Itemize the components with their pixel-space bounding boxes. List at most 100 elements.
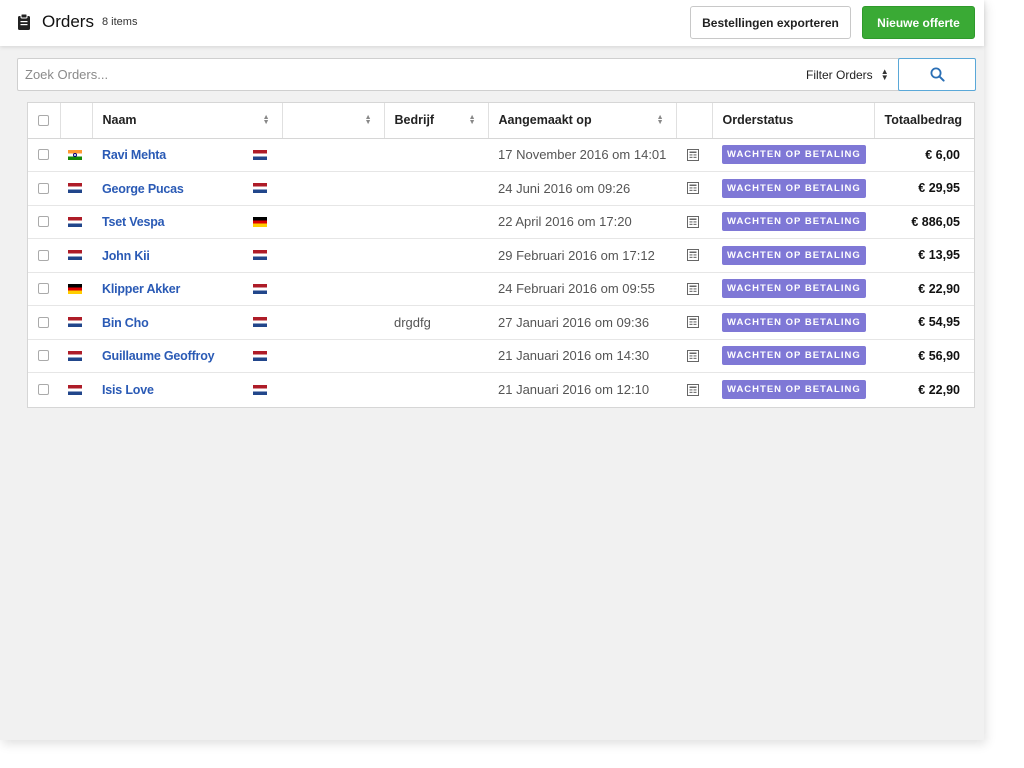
invoice-icon[interactable] [687, 316, 699, 329]
country-flag-cell [60, 373, 92, 407]
export-orders-button[interactable]: Bestellingen exporteren [690, 6, 851, 39]
created-date: 24 Juni 2016 om 09:26 [498, 180, 631, 196]
company-text [384, 382, 394, 397]
country-flag-icon [68, 216, 82, 227]
table-row[interactable]: Isis Love 21 Januari 2016 om 12:10 WACHT… [28, 373, 974, 407]
page-title: Orders [42, 12, 94, 31]
table-row[interactable]: John Kii 29 Februari 2016 om 17:12 WACHT… [28, 238, 974, 273]
status-badge: WACHTEN OP BETALING [722, 312, 866, 332]
status-cell: WACHTEN OP BETALING [712, 238, 874, 273]
invoice-icon[interactable] [687, 182, 699, 195]
search-bar: Filter Orders ▲▼ [17, 58, 976, 91]
customer-name-link[interactable]: George Pucas [92, 182, 184, 196]
created-date: 21 Januari 2016 om 12:10 [498, 382, 650, 397]
customer-name-link[interactable]: Isis Love [92, 383, 154, 397]
created-column-header[interactable]: Aangemaakt op ▲ ▼ [488, 103, 677, 139]
invoice-icon[interactable] [687, 215, 699, 228]
country-flag-cell [60, 272, 92, 306]
sort-icon[interactable]: ▲ ▼ [263, 114, 270, 126]
nationality-flag-icon [253, 350, 267, 361]
table-header-row: Naam ▲ ▼ ▲ ▼ Bedrijf ▲ ▼ Aangemaakt op ▲ ▼ [28, 103, 974, 139]
company-text [384, 147, 394, 162]
nationality-column-header[interactable]: ▲ ▼ [282, 103, 385, 139]
sort-icon[interactable]: ▲ ▼ [469, 114, 476, 126]
status-header-label: Orderstatus [722, 113, 794, 128]
status-badge: WACHTEN OP BETALING [722, 245, 866, 265]
table-row[interactable]: Bin Cho drgdfg 27 Januari 2016 om 09:36 … [28, 305, 974, 340]
row-select-cell [28, 272, 60, 306]
customer-name-link[interactable]: Klipper Akker [92, 282, 180, 296]
nationality-flag-icon [253, 149, 267, 160]
created-date: 24 Februari 2016 om 09:55 [498, 281, 655, 297]
select-all-checkbox[interactable] [38, 114, 49, 126]
company-cell [384, 138, 488, 172]
customer-name-link[interactable]: Bin Cho [92, 316, 149, 330]
invoice-cell [676, 339, 712, 373]
customer-name-link[interactable]: Guillaume Geoffroy [92, 349, 215, 363]
created-cell: 24 Februari 2016 om 09:55 [488, 272, 676, 306]
country-flag-icon [68, 183, 82, 194]
sort-icon[interactable]: ▲ ▼ [657, 114, 664, 126]
table-row[interactable]: Guillaume Geoffroy 21 Januari 2016 om 14… [28, 339, 974, 373]
nationality-flag-icon [253, 317, 267, 328]
row-checkbox[interactable] [38, 384, 49, 395]
row-select-cell [28, 339, 60, 373]
nationality-flag-icon [253, 283, 267, 294]
table-row[interactable]: Klipper Akker 24 Februari 2016 om 09:55 … [28, 272, 974, 306]
customer-name-link[interactable]: John Kii [92, 249, 150, 263]
filter-orders-dropdown[interactable]: Filter Orders ▲ ▼ [806, 59, 898, 90]
orders-table: Naam ▲ ▼ ▲ ▼ Bedrijf ▲ ▼ Aangemaakt op ▲ ▼ [27, 102, 975, 408]
status-badge: WACHTEN OP BETALING [722, 212, 866, 232]
invoice-icon[interactable] [687, 249, 699, 262]
country-flag-cell [60, 171, 92, 206]
created-cell: 24 Juni 2016 om 09:26 [488, 171, 676, 206]
country-flag-cell [60, 205, 92, 239]
row-select-cell [28, 171, 60, 206]
status-column-header: Orderstatus [712, 103, 875, 139]
sort-icon[interactable]: ▲ ▼ [365, 114, 372, 126]
invoice-icon[interactable] [687, 383, 699, 396]
total-header-label: Totaalbedrag [884, 113, 963, 128]
row-checkbox[interactable] [38, 283, 49, 295]
created-cell: 27 Januari 2016 om 09:36 [488, 305, 676, 340]
country-flag-cell [60, 305, 92, 340]
invoice-cell [676, 272, 712, 306]
invoice-icon[interactable] [687, 349, 699, 362]
table-row[interactable]: George Pucas 24 Juni 2016 om 09:26 WACHT… [28, 171, 974, 206]
customer-name-link[interactable]: Tset Vespa [92, 215, 165, 229]
customer-name-link[interactable]: Ravi Mehta [92, 148, 166, 162]
company-text [384, 348, 394, 363]
search-button[interactable] [898, 58, 976, 91]
search-icon [930, 67, 945, 82]
nationality-cell [253, 272, 384, 306]
country-flag-icon [68, 350, 82, 361]
filter-label: Filter Orders [806, 67, 873, 82]
search-input[interactable] [18, 59, 798, 90]
row-checkbox[interactable] [38, 149, 49, 161]
name-column-header[interactable]: Naam ▲ ▼ [92, 103, 283, 139]
row-checkbox[interactable] [38, 249, 49, 261]
invoice-icon[interactable] [687, 148, 699, 161]
status-badge: WACHTEN OP BETALING [722, 279, 866, 299]
country-flag-cell [60, 138, 92, 172]
row-checkbox[interactable] [38, 350, 49, 362]
invoice-column-header [676, 103, 713, 139]
country-flag-cell [60, 238, 92, 273]
row-select-cell [28, 205, 60, 239]
name-header-label: Naam [102, 113, 137, 128]
invoice-icon[interactable] [687, 282, 699, 295]
invoice-cell [676, 305, 712, 340]
company-column-header[interactable]: Bedrijf ▲ ▼ [384, 103, 489, 139]
table-row[interactable]: Tset Vespa 22 April 2016 om 17:20 WACHTE… [28, 205, 974, 239]
row-checkbox[interactable] [38, 182, 49, 194]
row-checkbox[interactable] [38, 216, 49, 228]
table-row[interactable]: Ravi Mehta 17 November 2016 om 14:01 WAC… [28, 138, 974, 172]
nationality-flag-icon [253, 183, 267, 194]
new-quote-button[interactable]: Nieuwe offerte [862, 6, 975, 39]
company-text [384, 181, 394, 196]
country-flag-icon [68, 283, 82, 294]
nationality-cell [253, 238, 384, 273]
select-all-cell [28, 103, 61, 139]
row-checkbox[interactable] [38, 316, 49, 328]
row-select-cell [28, 238, 60, 273]
